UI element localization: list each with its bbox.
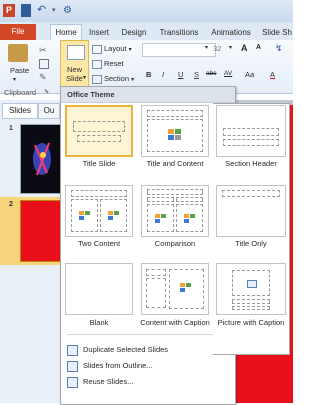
- layout-title-only[interactable]: [216, 185, 286, 237]
- menu-separator: [67, 334, 229, 335]
- paste-button[interactable]: Paste: [10, 66, 29, 75]
- slides-from-outline-label: Slides from Outline...: [83, 361, 153, 370]
- slide-thumbnail-2[interactable]: [20, 200, 64, 262]
- chevron-down-icon: ▾: [128, 47, 132, 53]
- layout-label: Title Slide: [82, 159, 116, 168]
- change-case-button[interactable]: Aa: [245, 70, 254, 79]
- tab-transitions[interactable]: Transitions: [157, 25, 201, 40]
- tab-outline[interactable]: Ou: [38, 103, 60, 119]
- format-painter-icon[interactable]: ✎: [39, 72, 47, 83]
- chevron-down-icon[interactable]: ▾: [229, 44, 232, 51]
- layout-label: Two Content: [77, 239, 121, 248]
- tab-home[interactable]: Home: [50, 24, 82, 40]
- customize-qat-icon[interactable]: ⚙: [63, 4, 75, 17]
- title-placeholder: [147, 110, 203, 117]
- layout-button[interactable]: Layout ▾: [104, 44, 132, 53]
- content-placeholder: [147, 119, 203, 152]
- chevron-down-icon[interactable]: ▾: [205, 44, 208, 51]
- cut-icon[interactable]: ✂: [39, 45, 47, 56]
- underline-button[interactable]: U: [178, 70, 183, 79]
- layout-label: Title and Content: [146, 159, 204, 168]
- chevron-down-icon: ▾: [131, 77, 135, 83]
- outline-icon: [67, 361, 78, 372]
- new-slide-label-1: New: [66, 65, 82, 74]
- strikethrough-button[interactable]: abc: [206, 70, 216, 77]
- chevron-down-icon[interactable]: ▾: [52, 4, 60, 17]
- title-placeholder: [73, 121, 125, 132]
- layout-label: Comparison: [154, 239, 196, 248]
- undo-icon[interactable]: ↶: [37, 4, 49, 17]
- tab-slide-show[interactable]: Slide Sh: [260, 25, 294, 40]
- font-size-field[interactable]: 32: [213, 44, 221, 53]
- reuse-slides-label: Reuse Slides...: [83, 377, 134, 386]
- font-color-button[interactable]: A: [270, 70, 275, 79]
- grow-font-icon[interactable]: A: [241, 43, 248, 53]
- clipboard-group-label: Clipboard: [4, 88, 37, 97]
- shadow-button[interactable]: S: [194, 70, 199, 79]
- tab-design[interactable]: Design: [120, 25, 148, 40]
- layout-comparison[interactable]: [141, 185, 209, 237]
- duplicate-slides-label: Duplicate Selected Slides: [83, 345, 169, 354]
- reuse-slides-item[interactable]: Reuse Slides...: [61, 375, 235, 388]
- slide-thumbnail-1[interactable]: [20, 124, 64, 194]
- char-spacing-button[interactable]: AV: [224, 70, 232, 77]
- gallery-header: Office Theme: [61, 87, 235, 103]
- new-slide-icon: [67, 45, 85, 60]
- tab-animations[interactable]: Animations: [209, 25, 253, 40]
- slides-from-outline-item[interactable]: Slides from Outline...: [61, 359, 235, 372]
- slides-pane: Slides Ou 1 2: [0, 100, 64, 403]
- layout-label: Title Only: [235, 239, 267, 248]
- title-bar: P ↶ ▾ ⚙: [0, 0, 293, 22]
- copy-icon[interactable]: [39, 59, 49, 69]
- layout-two-content[interactable]: [65, 185, 133, 237]
- gallery-right-column: Section Header Title Only Picture with C…: [213, 103, 290, 355]
- italic-button[interactable]: I: [162, 70, 164, 79]
- subtitle-placeholder: [77, 135, 121, 142]
- section-icon: [92, 75, 102, 84]
- layout-picture-with-caption[interactable]: [216, 263, 286, 315]
- slide-1-image: [33, 142, 51, 176]
- reuse-icon: [67, 377, 78, 388]
- layout-label: Content with Caption: [140, 318, 210, 327]
- section-label: Section: [104, 74, 130, 83]
- bold-button[interactable]: B: [146, 70, 151, 79]
- reset-icon: [92, 60, 102, 69]
- dialog-launcher-icon[interactable]: ⬊: [44, 88, 49, 95]
- tab-insert[interactable]: Insert: [85, 25, 113, 40]
- section-button[interactable]: Section ▾: [104, 74, 134, 83]
- tab-file[interactable]: File: [0, 24, 36, 40]
- app-icon[interactable]: P: [3, 4, 15, 17]
- duplicate-icon: [67, 345, 78, 356]
- layout-icon: [92, 45, 102, 54]
- layout-title-and-content[interactable]: [141, 105, 209, 157]
- layout-section-header[interactable]: [216, 105, 286, 157]
- slide-number: 1: [9, 125, 13, 132]
- save-icon[interactable]: [21, 4, 31, 17]
- tab-slides[interactable]: Slides: [2, 103, 38, 119]
- layout-blank[interactable]: [65, 263, 133, 315]
- paste-chevron-icon[interactable]: ▾: [13, 76, 16, 83]
- slide-number: 2: [9, 201, 13, 208]
- layout-label: Blank: [89, 318, 109, 327]
- shrink-font-icon[interactable]: A: [256, 44, 261, 51]
- ribbon-tabs: File Home Insert Design Transitions Anim…: [0, 22, 293, 40]
- layout-label: Layout: [104, 44, 127, 53]
- duplicate-slides-item[interactable]: Duplicate Selected Slides: [61, 343, 235, 356]
- new-slide-button[interactable]: New Slide ▾: [60, 40, 89, 90]
- layout-title-slide[interactable]: [65, 105, 133, 157]
- reset-button[interactable]: Reset: [104, 59, 124, 68]
- paste-icon[interactable]: [8, 44, 28, 62]
- layout-label: Picture with Caption: [217, 318, 285, 327]
- layout-label: Section Header: [225, 159, 277, 168]
- clear-format-icon[interactable]: ↯: [275, 43, 283, 54]
- layout-content-with-caption[interactable]: [141, 263, 209, 315]
- chevron-down-icon: ▾: [83, 75, 87, 81]
- new-slide-gallery: Office Theme Title Slide Title and Conte…: [60, 86, 236, 405]
